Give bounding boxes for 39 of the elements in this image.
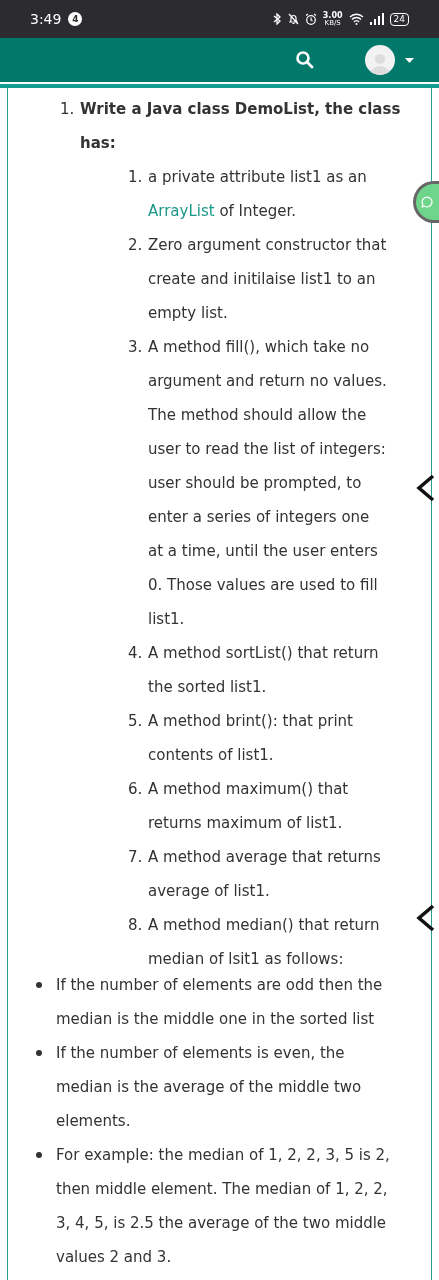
list-item-text: A method maximum() that returns maximum of list1. <box>148 779 350 834</box>
chat-bubble-button[interactable] <box>413 181 439 223</box>
alarm-clock-icon <box>304 13 317 25</box>
list-number: 1. <box>60 99 76 120</box>
bullet-text: For example: the median of 1, 2, 2, 3, 5 is 2, then middle element. The median of 1, 2, 2, 3, 4, 5, is 2.5 the average of the two middle values 2 and 3. <box>56 1145 391 1268</box>
chat-bubble-icon <box>421 194 433 210</box>
list-number: 6. <box>128 779 144 800</box>
list-item-text: A method median() that return median of lsit1 as follows: <box>148 915 381 970</box>
list-number: 3. <box>128 337 144 358</box>
caret-icon <box>405 57 414 63</box>
list-item-text: A method average that returns average of list1. <box>148 847 382 902</box>
bullet-icon <box>36 982 42 988</box>
list-item-text: A method brint(): that print contents of list1. <box>148 711 354 766</box>
notification-count: 4 <box>68 12 83 26</box>
list-number: 5. <box>128 711 144 732</box>
battery-level: 24 <box>389 12 409 26</box>
list-item-text: Zero argument constructor that create and initilaise list1 to an empty list. <box>148 235 387 324</box>
wifi-icon <box>348 13 364 25</box>
bullet-text: If the number of elements are odd then the median is the middle one in the sorted list <box>56 975 384 1030</box>
bluetooth-icon <box>272 13 282 25</box>
question-title: Write a Java class DemoList, the class has: <box>80 99 402 154</box>
clock-time: 3:49 <box>30 11 62 27</box>
search-button[interactable] <box>295 50 315 70</box>
signal-icon <box>369 13 384 25</box>
text-link[interactable]: ArrayList <box>148 202 215 220</box>
list-number: 7. <box>128 847 144 868</box>
list-number: 1. <box>128 167 144 188</box>
account-menu-button[interactable] <box>365 45 414 75</box>
bullet-icon <box>36 1050 42 1056</box>
avatar-icon <box>365 45 395 75</box>
list-item-text: A method sortList() that return the sorted list1. <box>148 643 380 698</box>
list-item-text: A method fill(), which take no argument and return no values. The method should allow the user to read the list of integers: user should be prompted, to enter a series of integers one at a time, until the user enters 0. Those values are used to fill list1. <box>148 337 387 630</box>
list-number: 2. <box>128 235 144 256</box>
list-number: 4. <box>128 643 144 664</box>
bell-off-icon <box>287 13 299 25</box>
list-number: 8. <box>128 915 144 936</box>
list-item-text: a private attribute list1 as an ArrayList of Integer. <box>148 167 368 222</box>
bullet-text: If the number of elements is even, the median is the average of the middle two elements. <box>56 1043 363 1132</box>
bullet-icon <box>36 1152 42 1158</box>
